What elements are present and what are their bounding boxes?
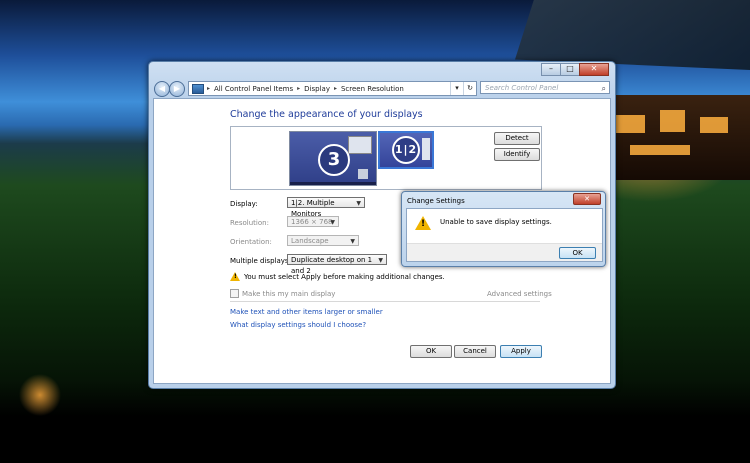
- chevron-down-icon: ▼: [350, 238, 355, 245]
- chevron-down-icon: ▼: [330, 219, 335, 226]
- multiple-displays-label: Multiple displays:: [230, 257, 291, 265]
- monitor-3[interactable]: 3: [289, 131, 377, 186]
- chevron-down-icon: ▼: [356, 200, 361, 207]
- apply-warning: You must select Apply before making addi…: [230, 272, 445, 281]
- detect-button[interactable]: Detect: [494, 132, 540, 145]
- breadcrumb-item[interactable]: All Control Panel Items: [214, 85, 293, 93]
- main-display-checkbox[interactable]: Make this my main display: [230, 289, 335, 298]
- breadcrumb-item[interactable]: Display: [304, 85, 330, 93]
- dialog-body: Unable to save display settings. OK: [406, 208, 603, 262]
- close-button[interactable]: ✕: [579, 63, 609, 76]
- monitor-1-2-number: 1|2: [392, 136, 420, 164]
- cancel-button[interactable]: Cancel: [454, 345, 496, 358]
- ok-button[interactable]: OK: [410, 345, 452, 358]
- search-placeholder: Search Control Panel: [485, 84, 559, 92]
- monitor-3-number: 3: [318, 144, 350, 176]
- monitor-preview: 3 1|2 Detect Identify: [230, 126, 542, 190]
- divider: [230, 301, 540, 302]
- multiple-displays-select[interactable]: Duplicate desktop on 1 and 2 ▼: [287, 254, 387, 275]
- maximize-button[interactable]: □: [560, 63, 580, 76]
- chevron-right-icon: ▸: [297, 85, 301, 92]
- dialog-footer: OK: [407, 243, 602, 261]
- taskbar-area: [0, 422, 750, 463]
- refresh-icon[interactable]: ↻: [463, 82, 476, 95]
- control-panel-icon: [192, 83, 204, 94]
- search-icon[interactable]: ⌕: [602, 82, 606, 95]
- dialog-close-button[interactable]: ✕: [573, 193, 601, 205]
- display-help-link[interactable]: What display settings should I choose?: [230, 321, 366, 329]
- back-button[interactable]: ◀: [154, 81, 170, 97]
- window-controls: – □ ✕: [541, 63, 609, 76]
- resolution-select[interactable]: 1366 × 768 ▼: [287, 216, 339, 227]
- chevron-right-icon: ▸: [333, 85, 337, 92]
- resolution-select-value: 1366 × 768: [291, 218, 333, 226]
- orientation-select-value: Landscape: [291, 237, 329, 245]
- monitor-1-2[interactable]: 1|2: [378, 131, 434, 169]
- address-bar[interactable]: ▸ All Control Panel Items ▸ Display ▸ Sc…: [188, 81, 477, 96]
- minimize-button[interactable]: –: [541, 63, 561, 76]
- advanced-settings-link[interactable]: Advanced settings: [487, 290, 552, 298]
- page-title: Change the appearance of your displays: [230, 109, 423, 120]
- chevron-right-icon: ▸: [207, 85, 211, 92]
- apply-warning-text: You must select Apply before making addi…: [244, 272, 445, 281]
- text-size-link[interactable]: Make text and other items larger or smal…: [230, 308, 383, 316]
- resolution-label: Resolution:: [230, 219, 269, 227]
- main-display-checkbox-label: Make this my main display: [242, 289, 336, 298]
- breadcrumb-item[interactable]: Screen Resolution: [341, 85, 404, 93]
- display-label: Display:: [230, 200, 258, 208]
- checkbox-box[interactable]: [230, 289, 239, 298]
- change-settings-dialog: Change Settings ✕ Unable to save display…: [401, 191, 606, 267]
- orientation-label: Orientation:: [230, 238, 272, 246]
- dialog-title: Change Settings: [407, 197, 465, 205]
- dialog-ok-button[interactable]: OK: [559, 247, 596, 259]
- warning-icon: [415, 216, 431, 230]
- orientation-select[interactable]: Landscape ▼: [287, 235, 359, 246]
- search-input[interactable]: Search Control Panel ⌕: [480, 81, 610, 94]
- chevron-down-icon[interactable]: ▾: [450, 82, 463, 95]
- display-select[interactable]: 1|2. Multiple Monitors ▼: [287, 197, 365, 218]
- dialog-message: Unable to save display settings.: [440, 218, 552, 226]
- forward-button[interactable]: ▶: [169, 81, 185, 97]
- identify-button[interactable]: Identify: [494, 148, 540, 161]
- apply-button[interactable]: Apply: [500, 345, 542, 358]
- temple-roof: [515, 0, 750, 70]
- chevron-down-icon: ▼: [378, 257, 383, 264]
- warning-icon: [230, 272, 240, 281]
